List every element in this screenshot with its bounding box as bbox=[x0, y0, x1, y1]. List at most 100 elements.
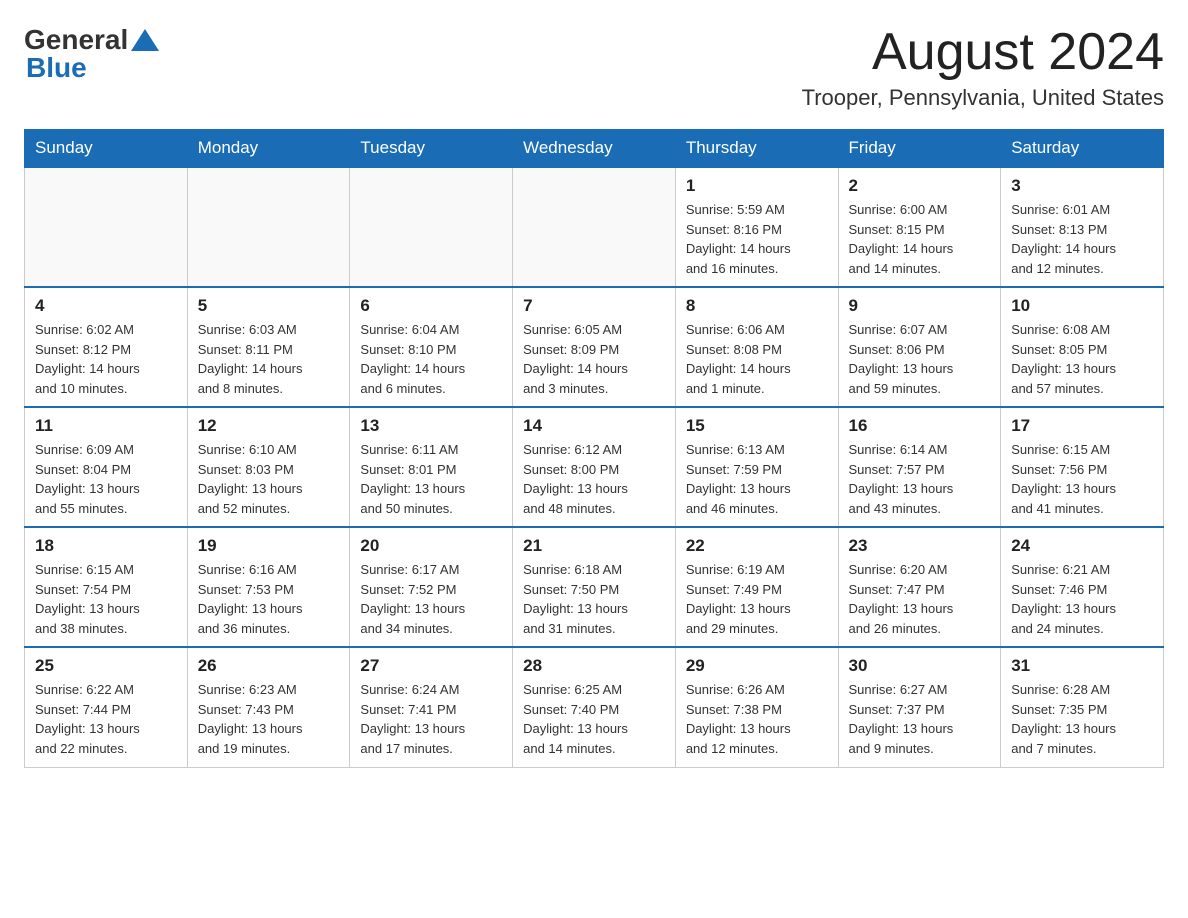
calendar-title-block: August 2024 Trooper, Pennsylvania, Unite… bbox=[802, 24, 1164, 111]
calendar-cell bbox=[187, 167, 350, 287]
day-number: 15 bbox=[686, 416, 828, 436]
day-sun-info: Sunrise: 6:04 AM Sunset: 8:10 PM Dayligh… bbox=[360, 320, 502, 398]
day-number: 5 bbox=[198, 296, 340, 316]
day-sun-info: Sunrise: 6:09 AM Sunset: 8:04 PM Dayligh… bbox=[35, 440, 177, 518]
day-sun-info: Sunrise: 6:14 AM Sunset: 7:57 PM Dayligh… bbox=[849, 440, 991, 518]
calendar-cell: 31 Sunrise: 6:28 AM Sunset: 7:35 PM Dayli… bbox=[1001, 647, 1164, 767]
calendar-header-row: SundayMondayTuesdayWednesdayThursdayFrid… bbox=[25, 130, 1164, 168]
day-header-wednesday: Wednesday bbox=[513, 130, 676, 168]
calendar-cell: 3 Sunrise: 6:01 AM Sunset: 8:13 PM Daylig… bbox=[1001, 167, 1164, 287]
day-sun-info: Sunrise: 6:25 AM Sunset: 7:40 PM Dayligh… bbox=[523, 680, 665, 758]
day-sun-info: Sunrise: 6:15 AM Sunset: 7:54 PM Dayligh… bbox=[35, 560, 177, 638]
calendar-cell: 8Sunrise: 6:06 AM Sunset: 8:08 PM Daylig… bbox=[675, 287, 838, 407]
day-sun-info: Sunrise: 6:13 AM Sunset: 7:59 PM Dayligh… bbox=[686, 440, 828, 518]
day-sun-info: Sunrise: 6:19 AM Sunset: 7:49 PM Dayligh… bbox=[686, 560, 828, 638]
calendar-cell: 19 Sunrise: 6:16 AM Sunset: 7:53 PM Dayli… bbox=[187, 527, 350, 647]
location-subtitle: Trooper, Pennsylvania, United States bbox=[802, 85, 1164, 111]
day-sun-info: Sunrise: 6:21 AM Sunset: 7:46 PM Dayligh… bbox=[1011, 560, 1153, 638]
day-number: 11 bbox=[35, 416, 177, 436]
day-number: 22 bbox=[686, 536, 828, 556]
calendar-cell: 23 Sunrise: 6:20 AM Sunset: 7:47 PM Dayli… bbox=[838, 527, 1001, 647]
calendar-cell: 21 Sunrise: 6:18 AM Sunset: 7:50 PM Dayli… bbox=[513, 527, 676, 647]
day-sun-info: Sunrise: 6:18 AM Sunset: 7:50 PM Dayligh… bbox=[523, 560, 665, 638]
page-header: General Blue August 2024 Trooper, Pennsy… bbox=[24, 24, 1164, 111]
calendar-cell: 25 Sunrise: 6:22 AM Sunset: 7:44 PM Dayli… bbox=[25, 647, 188, 767]
calendar-cell bbox=[513, 167, 676, 287]
day-sun-info: Sunrise: 6:23 AM Sunset: 7:43 PM Dayligh… bbox=[198, 680, 340, 758]
day-number: 29 bbox=[686, 656, 828, 676]
day-number: 2 bbox=[849, 176, 991, 196]
week-row-2: 4 Sunrise: 6:02 AM Sunset: 8:12 PM Daylig… bbox=[25, 287, 1164, 407]
day-sun-info: Sunrise: 6:17 AM Sunset: 7:52 PM Dayligh… bbox=[360, 560, 502, 638]
day-number: 26 bbox=[198, 656, 340, 676]
day-sun-info: Sunrise: 6:20 AM Sunset: 7:47 PM Dayligh… bbox=[849, 560, 991, 638]
day-sun-info: Sunrise: 6:16 AM Sunset: 7:53 PM Dayligh… bbox=[198, 560, 340, 638]
calendar-cell: 15 Sunrise: 6:13 AM Sunset: 7:59 PM Dayli… bbox=[675, 407, 838, 527]
logo-triangle-icon bbox=[131, 29, 159, 51]
day-number: 30 bbox=[849, 656, 991, 676]
day-sun-info: Sunrise: 6:03 AM Sunset: 8:11 PM Dayligh… bbox=[198, 320, 340, 398]
day-sun-info: Sunrise: 6:02 AM Sunset: 8:12 PM Dayligh… bbox=[35, 320, 177, 398]
week-row-3: 11 Sunrise: 6:09 AM Sunset: 8:04 PM Dayli… bbox=[25, 407, 1164, 527]
calendar-cell: 6 Sunrise: 6:04 AM Sunset: 8:10 PM Daylig… bbox=[350, 287, 513, 407]
calendar-cell: 28Sunrise: 6:25 AM Sunset: 7:40 PM Dayli… bbox=[513, 647, 676, 767]
day-header-monday: Monday bbox=[187, 130, 350, 168]
calendar-cell: 13 Sunrise: 6:11 AM Sunset: 8:01 PM Dayli… bbox=[350, 407, 513, 527]
day-sun-info: Sunrise: 6:26 AM Sunset: 7:38 PM Dayligh… bbox=[686, 680, 828, 758]
day-number: 21 bbox=[523, 536, 665, 556]
day-number: 18 bbox=[35, 536, 177, 556]
day-number: 16 bbox=[849, 416, 991, 436]
day-header-friday: Friday bbox=[838, 130, 1001, 168]
calendar-cell: 22 Sunrise: 6:19 AM Sunset: 7:49 PM Dayli… bbox=[675, 527, 838, 647]
calendar-cell: 9 Sunrise: 6:07 AM Sunset: 8:06 PM Daylig… bbox=[838, 287, 1001, 407]
calendar-cell bbox=[25, 167, 188, 287]
day-number: 20 bbox=[360, 536, 502, 556]
day-number: 9 bbox=[849, 296, 991, 316]
day-header-saturday: Saturday bbox=[1001, 130, 1164, 168]
calendar-cell: 14 Sunrise: 6:12 AM Sunset: 8:00 PM Dayli… bbox=[513, 407, 676, 527]
day-sun-info: Sunrise: 6:07 AM Sunset: 8:06 PM Dayligh… bbox=[849, 320, 991, 398]
day-number: 3 bbox=[1011, 176, 1153, 196]
day-sun-info: Sunrise: 6:01 AM Sunset: 8:13 PM Dayligh… bbox=[1011, 200, 1153, 278]
calendar-cell: 11 Sunrise: 6:09 AM Sunset: 8:04 PM Dayli… bbox=[25, 407, 188, 527]
calendar-cell: 1Sunrise: 5:59 AM Sunset: 8:16 PM Daylig… bbox=[675, 167, 838, 287]
day-number: 25 bbox=[35, 656, 177, 676]
calendar-cell: 27Sunrise: 6:24 AM Sunset: 7:41 PM Dayli… bbox=[350, 647, 513, 767]
day-header-thursday: Thursday bbox=[675, 130, 838, 168]
calendar-cell: 18 Sunrise: 6:15 AM Sunset: 7:54 PM Dayli… bbox=[25, 527, 188, 647]
day-header-tuesday: Tuesday bbox=[350, 130, 513, 168]
day-sun-info: Sunrise: 6:11 AM Sunset: 8:01 PM Dayligh… bbox=[360, 440, 502, 518]
day-sun-info: Sunrise: 6:06 AM Sunset: 8:08 PM Dayligh… bbox=[686, 320, 828, 398]
week-row-4: 18 Sunrise: 6:15 AM Sunset: 7:54 PM Dayli… bbox=[25, 527, 1164, 647]
calendar-cell: 16 Sunrise: 6:14 AM Sunset: 7:57 PM Dayli… bbox=[838, 407, 1001, 527]
day-number: 23 bbox=[849, 536, 991, 556]
day-sun-info: Sunrise: 6:28 AM Sunset: 7:35 PM Dayligh… bbox=[1011, 680, 1153, 758]
calendar-cell: 10Sunrise: 6:08 AM Sunset: 8:05 PM Dayli… bbox=[1001, 287, 1164, 407]
day-number: 1 bbox=[686, 176, 828, 196]
day-number: 14 bbox=[523, 416, 665, 436]
day-number: 24 bbox=[1011, 536, 1153, 556]
day-sun-info: Sunrise: 6:22 AM Sunset: 7:44 PM Dayligh… bbox=[35, 680, 177, 758]
logo: General Blue bbox=[24, 24, 159, 84]
day-number: 7 bbox=[523, 296, 665, 316]
day-number: 31 bbox=[1011, 656, 1153, 676]
day-number: 4 bbox=[35, 296, 177, 316]
day-header-sunday: Sunday bbox=[25, 130, 188, 168]
calendar-cell: 17Sunrise: 6:15 AM Sunset: 7:56 PM Dayli… bbox=[1001, 407, 1164, 527]
day-sun-info: Sunrise: 6:24 AM Sunset: 7:41 PM Dayligh… bbox=[360, 680, 502, 758]
calendar-cell bbox=[350, 167, 513, 287]
week-row-1: 1Sunrise: 5:59 AM Sunset: 8:16 PM Daylig… bbox=[25, 167, 1164, 287]
day-number: 13 bbox=[360, 416, 502, 436]
logo-blue-text: Blue bbox=[26, 52, 87, 84]
day-number: 10 bbox=[1011, 296, 1153, 316]
calendar-cell: 7 Sunrise: 6:05 AM Sunset: 8:09 PM Daylig… bbox=[513, 287, 676, 407]
calendar-cell: 5 Sunrise: 6:03 AM Sunset: 8:11 PM Daylig… bbox=[187, 287, 350, 407]
day-sun-info: Sunrise: 6:05 AM Sunset: 8:09 PM Dayligh… bbox=[523, 320, 665, 398]
month-year-title: August 2024 bbox=[802, 24, 1164, 81]
day-number: 6 bbox=[360, 296, 502, 316]
day-sun-info: Sunrise: 6:00 AM Sunset: 8:15 PM Dayligh… bbox=[849, 200, 991, 278]
day-sun-info: Sunrise: 6:12 AM Sunset: 8:00 PM Dayligh… bbox=[523, 440, 665, 518]
calendar-cell: 30Sunrise: 6:27 AM Sunset: 7:37 PM Dayli… bbox=[838, 647, 1001, 767]
day-sun-info: Sunrise: 6:15 AM Sunset: 7:56 PM Dayligh… bbox=[1011, 440, 1153, 518]
day-number: 19 bbox=[198, 536, 340, 556]
